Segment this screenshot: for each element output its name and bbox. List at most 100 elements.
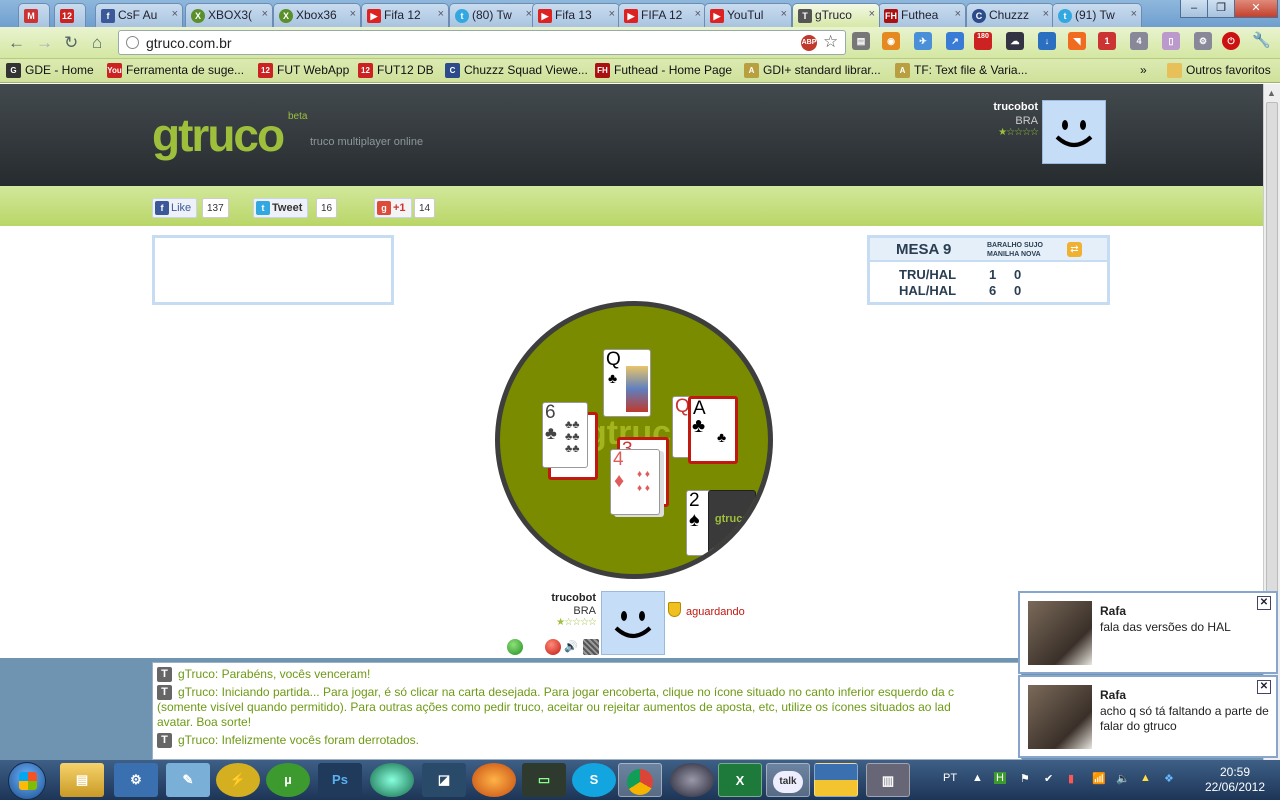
- gmail-checker-icon[interactable]: 1: [1098, 32, 1116, 50]
- scanner-icon[interactable]: ▥: [866, 763, 910, 797]
- bookmark-gdi[interactable]: A GDI+ standard librar...: [744, 63, 881, 78]
- address-bar[interactable]: gtruco.com.br ABP ☆: [118, 30, 846, 55]
- swap-icon[interactable]: ⇄: [1067, 242, 1082, 257]
- rss-icon[interactable]: ◥: [1068, 32, 1086, 50]
- close-icon[interactable]: ×: [1131, 8, 1137, 20]
- language-indicator[interactable]: PT: [943, 772, 957, 784]
- reload-button[interactable]: ↻: [64, 33, 78, 53]
- gtalk-icon[interactable]: talk: [766, 763, 810, 797]
- other-bookmarks[interactable]: Outros favoritos: [1167, 63, 1271, 78]
- close-icon[interactable]: ×: [955, 8, 961, 20]
- tray-expand-icon[interactable]: ▲: [972, 772, 983, 784]
- phone-icon[interactable]: ▯: [1162, 32, 1180, 50]
- tab-youtube-fifa12[interactable]: ▶ Fifa 12 ×: [361, 3, 449, 27]
- back-button[interactable]: ←: [8, 33, 25, 53]
- adblock-icon[interactable]: ABP: [801, 35, 817, 51]
- chat-notification[interactable]: Rafa fala das versões do HAL ✕: [1018, 591, 1278, 674]
- tray-check-icon[interactable]: ✔: [1044, 772, 1053, 785]
- close-icon[interactable]: ×: [172, 8, 178, 20]
- scroll-up-arrow[interactable]: ▲: [1267, 88, 1276, 98]
- tab-youtube-fifa12b[interactable]: ▶ FIFA 12 ×: [618, 3, 706, 27]
- arrow-extension-icon[interactable]: ↗: [946, 32, 964, 50]
- bookmark-ferramenta[interactable]: You Ferramenta de suge...: [107, 63, 244, 78]
- chat-log[interactable]: TgTruco: Parabéns, vocês venceram! TgTru…: [152, 662, 1022, 760]
- player-avatar[interactable]: [601, 591, 665, 655]
- tab-facebook[interactable]: f CsF Au ×: [95, 3, 183, 27]
- sound-icon[interactable]: 🔊: [563, 639, 579, 655]
- bookmark-futhead[interactable]: FH Futhead - Home Page: [595, 63, 732, 78]
- winamp-icon[interactable]: ⚡: [216, 763, 260, 797]
- google-plus-button[interactable]: g +1: [374, 198, 412, 218]
- tray-flag-icon[interactable]: ⚑: [1020, 772, 1030, 785]
- system-clock[interactable]: 20:59 22/06/2012: [1195, 765, 1275, 795]
- close-icon[interactable]: ×: [350, 8, 356, 20]
- google-drive-icon[interactable]: ▲: [1140, 772, 1151, 784]
- red-action-button[interactable]: [545, 639, 561, 655]
- close-icon[interactable]: ×: [609, 8, 615, 20]
- tab-youtube-fifa13[interactable]: ▶ Fifa 13 ×: [532, 3, 620, 27]
- media-center-icon[interactable]: [370, 763, 414, 797]
- download-icon[interactable]: ↓: [1038, 32, 1056, 50]
- bookmark-fut12-db[interactable]: 12 FUT12 DB: [358, 63, 434, 78]
- basket-icon[interactable]: ◉: [882, 32, 900, 50]
- volume-icon[interactable]: 🔈: [1116, 772, 1130, 785]
- stop-icon[interactable]: ⏻: [1222, 32, 1240, 50]
- close-icon[interactable]: ×: [1043, 8, 1049, 20]
- terminal-icon[interactable]: ▭: [522, 763, 566, 797]
- bookmark-gde[interactable]: G GDE - Home: [6, 63, 94, 78]
- tab-futhead[interactable]: FH Futhea ×: [878, 3, 966, 27]
- camera-icon[interactable]: [670, 763, 714, 797]
- close-icon[interactable]: ✕: [1257, 596, 1271, 610]
- chrome-icon[interactable]: [618, 763, 662, 797]
- tab-xbox-2[interactable]: X Xbox36 ×: [273, 3, 361, 27]
- header-avatar[interactable]: [1042, 100, 1106, 164]
- tab-twitter-91[interactable]: t (91) Tw ×: [1052, 3, 1142, 27]
- static-icon[interactable]: [583, 639, 599, 655]
- start-button[interactable]: [8, 762, 46, 800]
- close-icon[interactable]: ×: [438, 8, 444, 20]
- bookmark-chuzzz[interactable]: C Chuzzz Squad Viewe...: [445, 63, 588, 78]
- gtruco-logo[interactable]: gtruco: [152, 108, 285, 162]
- eye-icon[interactable]: 4: [1130, 32, 1148, 50]
- minimize-button[interactable]: –: [1180, 0, 1208, 18]
- tweet-button[interactable]: t Tweet: [253, 198, 309, 218]
- photoshop-icon[interactable]: Ps: [318, 763, 362, 797]
- tools-icon[interactable]: ⚙: [1194, 32, 1212, 50]
- python-icon[interactable]: [814, 763, 858, 797]
- cloud-icon[interactable]: ☁: [1006, 32, 1024, 50]
- tab-twitter-80[interactable]: t (80) Tw ×: [449, 3, 537, 27]
- bookmarks-overflow-chevron[interactable]: »: [1140, 63, 1147, 77]
- bookmark-star-icon[interactable]: ☆: [823, 32, 838, 52]
- home-button[interactable]: ⌂: [92, 33, 102, 53]
- close-icon[interactable]: ×: [262, 8, 268, 20]
- close-icon[interactable]: ×: [869, 8, 875, 20]
- youtube-extension-icon[interactable]: 180: [974, 32, 992, 50]
- bookmark-fut-webapp[interactable]: 12 FUT WebApp: [258, 63, 349, 78]
- player-name[interactable]: trucobot: [520, 592, 596, 604]
- utorrent-icon[interactable]: µ: [266, 763, 310, 797]
- tray-device-icon[interactable]: ▮: [1068, 772, 1074, 785]
- url-text[interactable]: gtruco.com.br: [146, 35, 232, 51]
- firefox-icon[interactable]: [472, 763, 516, 797]
- maximize-button[interactable]: ❐: [1207, 0, 1235, 18]
- close-icon[interactable]: ✕: [1257, 680, 1271, 694]
- explorer-icon[interactable]: ▤: [60, 763, 104, 797]
- facebook-like-button[interactable]: f Like: [152, 198, 198, 218]
- gadget-icon[interactable]: ◪: [422, 763, 466, 797]
- excel-icon[interactable]: X: [718, 763, 762, 797]
- tab-fut12[interactable]: 12: [54, 3, 86, 27]
- bookmark-tf[interactable]: A TF: Text file & Varia...: [895, 63, 1028, 78]
- close-icon[interactable]: ×: [695, 8, 701, 20]
- forward-button[interactable]: →: [36, 33, 53, 53]
- notepad-icon[interactable]: ✎: [166, 763, 210, 797]
- header-username[interactable]: trucobot: [960, 101, 1038, 113]
- tab-gmail[interactable]: M: [18, 3, 50, 27]
- chat-notification[interactable]: Rafa acho q só tá faltando a parte de fa…: [1018, 675, 1278, 758]
- green-action-button[interactable]: [507, 639, 523, 655]
- control-panel-icon[interactable]: ⚙: [114, 763, 158, 797]
- dropbox-icon[interactable]: ❖: [1164, 772, 1174, 785]
- tab-chuzzz[interactable]: C Chuzzz ×: [966, 3, 1054, 27]
- network-icon[interactable]: 📶: [1092, 772, 1106, 785]
- tab-youtube[interactable]: ▶ YouTul ×: [704, 3, 792, 27]
- skype-icon[interactable]: S: [572, 763, 616, 797]
